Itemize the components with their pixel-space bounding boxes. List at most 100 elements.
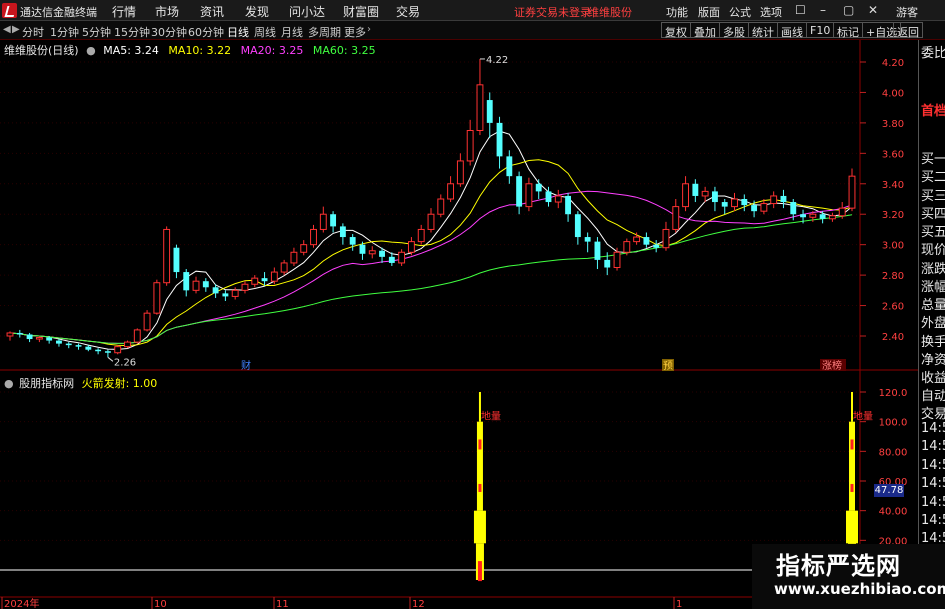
candle-body bbox=[6, 332, 14, 337]
menu-trade[interactable]: 交易 bbox=[396, 3, 420, 20]
period-weekly[interactable]: 周线 bbox=[254, 24, 276, 40]
restore-icon[interactable]: ☐ bbox=[795, 3, 806, 17]
menu-market[interactable]: 市场 bbox=[155, 3, 179, 20]
menu-function[interactable]: 功能 bbox=[666, 4, 688, 20]
maximize-icon[interactable]: ▢ bbox=[843, 3, 854, 17]
rocket-window bbox=[478, 483, 482, 492]
candle-body bbox=[359, 244, 366, 254]
side-item[interactable]: 买五 bbox=[921, 221, 945, 240]
side-item[interactable]: 14:56 bbox=[921, 513, 945, 528]
rocket-body bbox=[476, 421, 483, 511]
period-more[interactable]: 更多 bbox=[344, 24, 366, 40]
candle-body bbox=[280, 262, 288, 273]
side-item[interactable]: 交易 bbox=[921, 403, 945, 422]
login-warning[interactable]: 证券交易未登录 bbox=[514, 4, 591, 20]
candle-body bbox=[26, 334, 33, 340]
close-icon[interactable]: ✕ bbox=[868, 3, 878, 17]
candle-body bbox=[525, 183, 533, 208]
menu-layout[interactable]: 版面 bbox=[698, 4, 720, 20]
side-item[interactable]: 买二 bbox=[921, 166, 945, 185]
candle-body bbox=[838, 207, 846, 217]
multi-stock-button[interactable]: 多股 bbox=[719, 22, 749, 39]
side-item[interactable]: 首档 bbox=[921, 100, 945, 119]
back-button[interactable]: 返回 bbox=[893, 22, 923, 39]
app-title: 通达信金融终端 bbox=[20, 6, 97, 19]
candle-body bbox=[95, 349, 102, 352]
side-item[interactable]: 14:56 bbox=[921, 439, 945, 454]
period-30min[interactable]: 30分钟 bbox=[151, 24, 187, 40]
y-tick-label: 3.60 bbox=[882, 149, 904, 160]
menu-news[interactable]: 资讯 bbox=[200, 3, 224, 20]
period-daily[interactable]: 日线 bbox=[227, 24, 249, 40]
candle-body bbox=[809, 213, 817, 218]
draw-line-button[interactable]: 画线 bbox=[777, 22, 807, 39]
y-tick-label: 2.40 bbox=[882, 332, 904, 343]
period-multi[interactable]: 多周期 bbox=[308, 24, 341, 40]
side-item[interactable]: 委比 bbox=[921, 42, 945, 61]
side-item[interactable]: 买三 bbox=[921, 185, 945, 204]
chevron-right-icon[interactable]: › bbox=[367, 24, 371, 35]
candle-body bbox=[153, 282, 161, 314]
side-item[interactable]: 14:56 bbox=[921, 495, 945, 510]
chevron-right-icon[interactable]: ▶ bbox=[12, 24, 20, 35]
period-15min[interactable]: 15分钟 bbox=[114, 24, 150, 40]
low-pointer bbox=[107, 356, 114, 362]
event-tag-finance[interactable]: 财 bbox=[241, 359, 251, 372]
side-item[interactable]: 自动 bbox=[921, 385, 945, 404]
candle-body bbox=[790, 202, 797, 215]
side-item[interactable]: 14:56 bbox=[921, 458, 945, 473]
side-item[interactable]: 买一 bbox=[921, 148, 945, 167]
period-5min[interactable]: 5分钟 bbox=[82, 24, 111, 40]
ma60-label: MA60: 3.25 bbox=[312, 44, 376, 57]
ma10-label: MA10: 3.22 bbox=[168, 44, 232, 57]
side-item[interactable]: 收益 bbox=[921, 367, 945, 386]
stats-button[interactable]: 统计 bbox=[748, 22, 778, 39]
candle-body bbox=[114, 346, 122, 354]
menu-wealth-circle[interactable]: 财富圈 bbox=[343, 3, 379, 20]
side-item[interactable]: 14:56 bbox=[921, 476, 945, 491]
menu-formula[interactable]: 公式 bbox=[729, 4, 751, 20]
menu-quotes[interactable]: 行情 bbox=[112, 3, 136, 20]
side-item[interactable]: 14:56 bbox=[921, 421, 945, 436]
side-item[interactable]: 涨跌 bbox=[921, 258, 945, 277]
minimize-icon[interactable]: – bbox=[820, 3, 826, 17]
event-tag-forecast[interactable]: 预 bbox=[663, 360, 673, 372]
settings-gear-icon[interactable]: ● bbox=[86, 44, 96, 57]
side-item[interactable]: 净资 bbox=[921, 349, 945, 368]
f10-button[interactable]: F10 bbox=[806, 22, 835, 38]
mark-button[interactable]: 标记 bbox=[833, 22, 863, 39]
adjust-button[interactable]: 复权 bbox=[661, 22, 691, 39]
period-monthly[interactable]: 月线 bbox=[281, 24, 303, 40]
side-item[interactable]: 换手 bbox=[921, 331, 945, 350]
candle-body bbox=[506, 156, 513, 177]
side-item[interactable]: 总量 bbox=[921, 294, 945, 313]
event-tag-limitup[interactable]: 涨榜 bbox=[822, 359, 842, 372]
user-guest[interactable]: 游客 bbox=[896, 4, 918, 20]
candle-body bbox=[339, 226, 346, 238]
ma5-line bbox=[9, 130, 853, 350]
period-60min[interactable]: 60分钟 bbox=[188, 24, 224, 40]
candle-body bbox=[554, 195, 562, 203]
indicator-gear-icon[interactable]: ● bbox=[4, 377, 14, 390]
candle-body bbox=[398, 251, 406, 264]
side-item[interactable]: 现价 bbox=[921, 239, 945, 258]
chevron-left-icon[interactable]: ◀ bbox=[3, 24, 11, 35]
candle-body bbox=[290, 251, 298, 264]
candle-body bbox=[486, 100, 493, 123]
candle-body bbox=[623, 241, 631, 253]
menu-ask[interactable]: 问小达 bbox=[289, 3, 325, 20]
side-item[interactable]: 涨幅 bbox=[921, 276, 945, 295]
candle-body bbox=[604, 259, 611, 268]
menu-discover[interactable]: 发现 bbox=[245, 3, 269, 20]
side-item[interactable]: 外盘 bbox=[921, 312, 945, 331]
menu-options[interactable]: 选项 bbox=[760, 4, 782, 20]
period-1min[interactable]: 1分钟 bbox=[50, 24, 79, 40]
candle-body bbox=[35, 337, 43, 340]
candle-body bbox=[828, 215, 836, 220]
period-intraday[interactable]: 分时 bbox=[22, 24, 44, 40]
watermark-main: 指标严选网 bbox=[776, 552, 901, 580]
side-item[interactable]: 买四 bbox=[921, 203, 945, 222]
rocket-body bbox=[849, 421, 855, 511]
overlay-button[interactable]: 叠加 bbox=[690, 22, 720, 39]
chart-canvas[interactable]: 4.20 4.00 3.80 3.60 3.40 3.20 3.00 2.80 2.60 2.40… bbox=[0, 40, 918, 609]
